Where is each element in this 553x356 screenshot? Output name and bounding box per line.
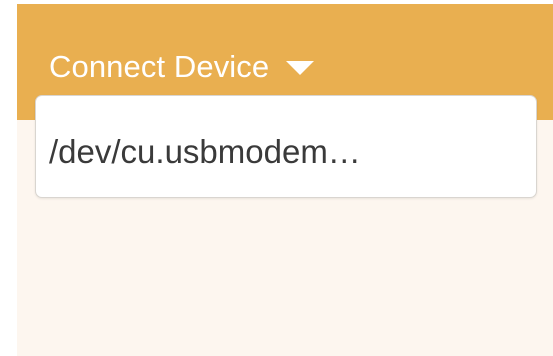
connect-device-panel: Connect Device /dev/cu.usbmodem… bbox=[17, 4, 553, 356]
triangle-down-icon bbox=[286, 61, 315, 75]
connect-device-title: Connect Device bbox=[49, 49, 270, 84]
device-dropdown-menu: /dev/cu.usbmodem… bbox=[35, 95, 537, 198]
device-option[interactable]: /dev/cu.usbmodem… bbox=[36, 96, 536, 196]
connect-device-dropdown-toggle[interactable]: Connect Device bbox=[49, 47, 315, 87]
device-option-label: /dev/cu.usbmodem… bbox=[49, 133, 361, 170]
